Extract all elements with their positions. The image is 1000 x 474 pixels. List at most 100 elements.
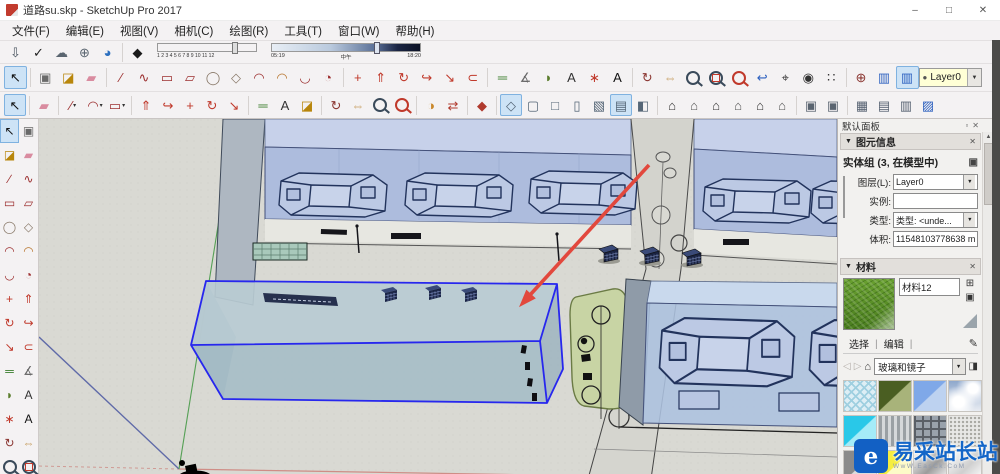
check-validate-button[interactable]: ✓ [27, 41, 50, 64]
zoom-2-button[interactable] [369, 94, 391, 116]
back-arrow-icon[interactable]: ◁ [843, 361, 851, 372]
lt-polygon-button[interactable]: ◇ [19, 215, 38, 239]
lt-circle-button[interactable]: ◯ [0, 215, 19, 239]
rectangle-flyout-button[interactable]: ▭ ▾ [106, 94, 128, 116]
maximize-button[interactable]: □ [932, 0, 966, 20]
paint-2-button[interactable]: ◪ [296, 94, 318, 116]
tray-close-icon[interactable]: ✕ [972, 121, 979, 130]
face-style-hidden-line-button[interactable]: ▯ [566, 94, 588, 116]
tab-select[interactable]: 选择 [843, 336, 875, 351]
lt-line-button[interactable]: ∕ [0, 167, 19, 191]
lt-scale-button[interactable]: ↘ [0, 335, 19, 359]
pie-tool-button[interactable]: ◔ [317, 66, 340, 89]
lt-tape-measure-button[interactable]: ═ [0, 359, 19, 383]
lt-rotated-rectangle-button[interactable]: ▱ [19, 191, 38, 215]
lt-push-pull-button[interactable]: ⇑ [19, 287, 38, 311]
lt-zoom-button[interactable] [0, 455, 19, 474]
dimension-tool-button[interactable]: ◗ [537, 66, 560, 89]
view-top-button[interactable]: ⌂ [683, 94, 705, 116]
selected-group-box[interactable] [190, 280, 564, 404]
line-flyout-caret-icon[interactable]: ▾ [73, 102, 76, 109]
rectangle-flyout-caret-icon[interactable]: ▾ [122, 102, 125, 109]
protractor-tool-button[interactable]: ∡ [514, 66, 537, 89]
section-display-toggle-button[interactable]: ▣ [800, 94, 822, 116]
create-material-icon[interactable]: ⊞ [966, 278, 974, 289]
lt-axes-button[interactable]: ∗ [0, 407, 19, 431]
section-plane-button[interactable]: ⇄ [442, 94, 464, 116]
face-style-monochrome-button[interactable]: ◧ [632, 94, 654, 116]
zoom-window-tool-button[interactable] [705, 66, 728, 89]
lt-eraser-button[interactable]: ▰ [19, 143, 38, 167]
face-style-wireframe-button[interactable]: □ [544, 94, 566, 116]
select-tool-button[interactable]: ↖ [4, 66, 27, 89]
shadows-toggle-button[interactable]: ◑ [420, 94, 442, 116]
collection-dropdown[interactable]: 玻璃和镜子 ▼ [874, 358, 966, 375]
material-preview[interactable] [843, 278, 895, 330]
component-icon[interactable]: ▣ [969, 157, 978, 168]
arc-tool-button[interactable]: ◠ [248, 66, 271, 89]
face-style-xray-button[interactable]: ◇ [500, 94, 522, 116]
three-point-arc-tool-button[interactable]: ◡ [294, 66, 317, 89]
arc-flyout-caret-icon[interactable]: ▾ [100, 102, 103, 109]
globe-sphere-button[interactable]: ◕ [96, 41, 119, 64]
lt-pie-button[interactable]: ◔ [19, 263, 38, 287]
swatch-olive[interactable] [878, 380, 912, 412]
rectangle-tool-button[interactable]: ▭ [156, 66, 179, 89]
menu-绘图R[interactable]: 绘图(R) [221, 21, 276, 41]
eraser-shadow-button[interactable]: ◆ [126, 41, 149, 64]
pan-2-button[interactable]: ⇔ [347, 94, 369, 116]
lt-3d-text-button[interactable]: A [19, 407, 38, 431]
paint-bucket-button[interactable]: ◪ [57, 66, 80, 89]
face-style-back-edges-button[interactable]: ▢ [522, 94, 544, 116]
field-input-3[interactable]: 11548103778638 m [893, 231, 979, 247]
details-icon[interactable]: ◨ [969, 361, 978, 372]
look-around-tool-button[interactable]: ◉ [797, 66, 820, 89]
forward-arrow-icon[interactable]: ▷ [854, 361, 862, 372]
walk-tool-button[interactable]: ∷ [820, 66, 843, 89]
scale-2-button[interactable]: ↘ [223, 94, 245, 116]
lt-pan-button[interactable]: ⇔ [19, 431, 38, 455]
pan-tool-button[interactable]: ⇔ [659, 66, 682, 89]
sample-corner-icon[interactable] [963, 314, 977, 328]
rotated-rectangle-tool-button[interactable]: ▱ [179, 66, 202, 89]
zoom-tool-button[interactable] [682, 66, 705, 89]
add-link-button[interactable]: ⊕ [73, 41, 96, 64]
lt-rotate-button[interactable]: ↻ [0, 311, 19, 335]
move-tool-button[interactable]: + [346, 66, 369, 89]
follow-me-2-button[interactable]: ↪ [157, 94, 179, 116]
eyedropper-icon[interactable]: ✎ [969, 337, 978, 350]
scroll-up-icon[interactable]: ▲ [986, 134, 992, 140]
make-component-button[interactable]: ▣ [34, 66, 57, 89]
shadow-cube-a-button[interactable]: ▥ [873, 66, 896, 89]
face-style-textured-button[interactable]: ▤ [610, 94, 632, 116]
menu-视图V[interactable]: 视图(V) [112, 21, 166, 41]
lt-orbit-button[interactable]: ↻ [0, 431, 19, 455]
lt-paint-button[interactable]: ◪ [0, 143, 19, 167]
push-pull-2-button[interactable]: ⇑ [135, 94, 157, 116]
face-style-shaded-button[interactable]: ▧ [588, 94, 610, 116]
menu-相机C[interactable]: 相机(C) [166, 21, 221, 41]
tray-pin-icon[interactable]: ▫ [965, 121, 968, 130]
position-camera-tool-button[interactable]: ⌖ [774, 66, 797, 89]
view-front-button[interactable]: ⌂ [705, 94, 727, 116]
get-models-button[interactable]: ⇩ [4, 41, 27, 64]
lt-two-point-arc-button[interactable]: ◠ [19, 239, 38, 263]
tape-measure-tool-button[interactable]: ═ [491, 66, 514, 89]
select-tool-2-button[interactable]: ↖ [4, 94, 26, 116]
move-2-button[interactable]: + [179, 94, 201, 116]
zoom-extents-2-button[interactable] [391, 94, 413, 116]
rotate-2-button[interactable]: ↻ [201, 94, 223, 116]
component-op-2-button[interactable]: ▤ [873, 94, 895, 116]
material-name-input[interactable]: 材料12 [899, 278, 960, 296]
tape-measure-2-button[interactable]: ═ [252, 94, 274, 116]
materials-header[interactable]: ▼ 材料 ✕ [840, 258, 981, 275]
secondary-pane-icon[interactable]: ▣ [965, 292, 974, 303]
entity-info-header[interactable]: ▼ 图元信息 ✕ [840, 133, 981, 150]
hide-rest-of-model-button[interactable]: ◆ [471, 94, 493, 116]
menu-窗口W[interactable]: 窗口(W) [330, 21, 388, 41]
text-2-button[interactable]: A [274, 94, 296, 116]
entity-info-close-icon[interactable]: ✕ [969, 137, 976, 146]
lt-protractor-button[interactable]: ∡ [19, 359, 38, 383]
orbit-tool-button[interactable]: ↻ [636, 66, 659, 89]
arc-flyout-button[interactable]: ◠ ▾ [84, 94, 106, 116]
